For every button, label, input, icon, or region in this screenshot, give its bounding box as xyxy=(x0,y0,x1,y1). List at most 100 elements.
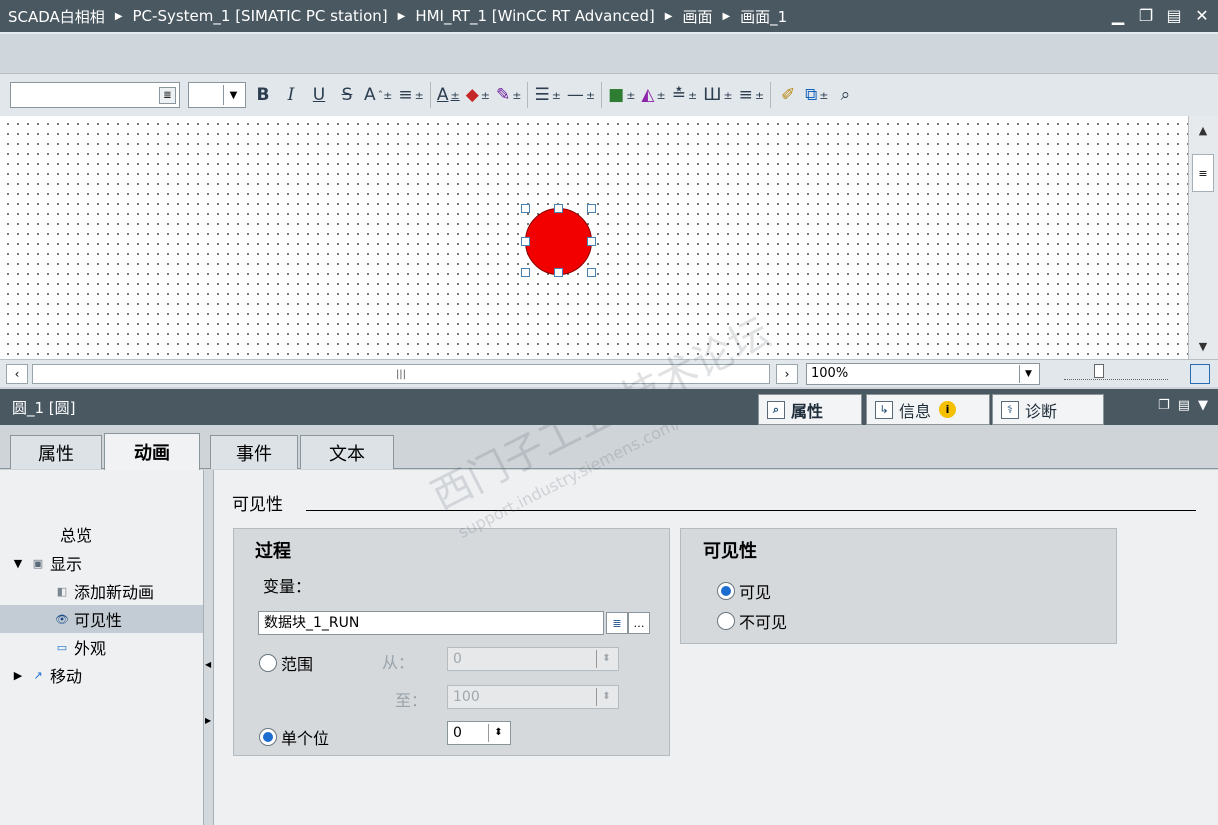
format-painter-icon[interactable]: ✐ xyxy=(777,81,799,109)
tree-item-display[interactable]: ▼ ▣ 显示 xyxy=(0,549,203,577)
tab-animation[interactable]: 动画 xyxy=(104,433,200,470)
font-size-field[interactable]: ▼ xyxy=(188,82,246,108)
spinner-icon[interactable]: ⬍ xyxy=(488,724,508,742)
expand-arrow-icon[interactable]: ▶ xyxy=(10,667,26,683)
single-bit-radio[interactable]: 单个位 xyxy=(259,725,329,749)
zoom-select[interactable]: 100% ▼ xyxy=(806,363,1040,385)
selection-handle[interactable] xyxy=(521,268,530,277)
strikethrough-button[interactable]: S xyxy=(336,81,358,109)
chevron-down-icon[interactable]: ▼ xyxy=(1019,365,1037,383)
scroll-thumb[interactable]: ≡ xyxy=(1192,154,1214,192)
scroll-left-icon[interactable]: ‹ xyxy=(6,364,28,384)
spinner-icon[interactable]: ⬍ xyxy=(596,688,616,706)
tab-properties[interactable]: ⌕ 属性 xyxy=(758,394,862,425)
layers-icon[interactable]: ⧉ ± xyxy=(805,81,828,109)
font-list-icon[interactable]: ≣ xyxy=(159,87,176,104)
info-badge-icon: i xyxy=(939,401,957,418)
float-window-icon[interactable]: ❐ xyxy=(1158,398,1170,413)
breadcrumb-screens[interactable]: 画面 xyxy=(682,6,712,27)
breadcrumb-project[interactable]: SCADA白相相 xyxy=(8,6,105,27)
breadcrumb-separator-icon: ▶ xyxy=(664,10,673,22)
scroll-right-icon[interactable]: › xyxy=(776,364,798,384)
tab-properties-sub[interactable]: 属性 xyxy=(10,435,102,469)
bring-forward-icon[interactable]: ■ ± xyxy=(608,81,635,109)
align-objects-icon[interactable]: ≛ ± xyxy=(672,81,697,109)
tree-item-movement[interactable]: ▶ ↗ 移动 xyxy=(0,661,203,689)
underline-button[interactable]: U xyxy=(308,81,330,109)
zoom-slider-knob[interactable] xyxy=(1094,364,1104,378)
collapse-left-icon[interactable]: ◀ xyxy=(205,660,211,669)
visible-radio[interactable]: 可见 xyxy=(717,579,771,603)
pane-splitter[interactable]: ◀ ▶ xyxy=(203,470,214,825)
rotate-icon[interactable]: ◭ ± xyxy=(641,81,665,109)
zoom-slider[interactable] xyxy=(1064,364,1168,380)
font-name-field[interactable]: ≣ xyxy=(10,82,180,108)
selection-handle[interactable] xyxy=(521,237,530,246)
maximize-icon[interactable]: ▤ xyxy=(1178,398,1190,413)
single-bit-input[interactable]: 0 ⬍ xyxy=(447,721,511,745)
tab-texts[interactable]: 文本 xyxy=(300,435,394,469)
close-icon[interactable]: ✕ xyxy=(1192,4,1212,26)
tree-item-appearance[interactable]: ▭ 外观 xyxy=(0,633,203,661)
display-icon: ▣ xyxy=(32,556,44,570)
tree-item-visibility[interactable]: 👁 可见性 xyxy=(0,605,203,633)
tree-item-add-animation[interactable]: ◧ 添加新动画 xyxy=(0,577,203,605)
chevron-down-icon[interactable]: ▼ xyxy=(223,85,243,105)
scroll-up-icon[interactable]: ▲ xyxy=(1193,120,1213,140)
spinner-icon[interactable]: ⬍ xyxy=(596,650,616,668)
tab-diagnostics[interactable]: ⚕ 诊断 xyxy=(992,394,1104,425)
range-to-input[interactable]: 100 ⬍ xyxy=(447,685,619,709)
selection-handle[interactable] xyxy=(521,204,530,213)
breadcrumb-hmi[interactable]: HMI_RT_1 [WinCC RT Advanced] xyxy=(415,7,654,25)
range-radio[interactable]: 范围 xyxy=(259,651,313,675)
font-grow-button[interactable]: A ˆ± xyxy=(364,81,392,109)
expand-right-icon[interactable]: ▶ xyxy=(205,716,211,725)
variable-list-icon[interactable]: ≣ xyxy=(606,612,628,634)
scroll-down-icon[interactable]: ▼ xyxy=(1193,336,1213,356)
zoom-selection-icon[interactable]: ⌕ xyxy=(834,81,856,109)
zoom-fit-icon[interactable] xyxy=(1190,364,1210,384)
selection-handle[interactable] xyxy=(554,204,563,213)
fill-color-icon[interactable]: ◆ ± xyxy=(466,81,490,109)
collapse-icon[interactable]: ▼ xyxy=(1198,398,1208,413)
eye-icon: 👁 xyxy=(55,612,69,626)
vertical-scrollbar[interactable]: ▲ ≡ ▼ xyxy=(1188,116,1218,359)
invisible-radio[interactable]: 不可见 xyxy=(717,609,787,633)
selection-handle[interactable] xyxy=(587,204,596,213)
float-window-icon[interactable]: ❐ xyxy=(1136,4,1156,26)
inspector-header: 圆_1 [圆] ⌕ 属性 ↳ 信息 i ⚕ 诊断 ❐ ▤ ▼ xyxy=(0,389,1218,425)
tab-events[interactable]: 事件 xyxy=(210,435,298,469)
selection-handle[interactable] xyxy=(554,268,563,277)
font-color-button[interactable]: A ± xyxy=(437,81,460,109)
breadcrumb-separator-icon: ▶ xyxy=(397,10,406,22)
selection-handle[interactable] xyxy=(587,237,596,246)
breadcrumb-screen[interactable]: 画面_1 xyxy=(740,6,787,27)
minimize-icon[interactable]: ▁ xyxy=(1108,4,1128,26)
selection-handle[interactable] xyxy=(587,268,596,277)
variable-label: 变量： xyxy=(263,577,312,596)
italic-button[interactable]: I xyxy=(280,81,302,109)
to-label: 至： xyxy=(395,691,428,710)
distribute-icon[interactable]: Ш ± xyxy=(703,81,732,109)
bold-button[interactable]: B xyxy=(252,81,274,109)
horizontal-scrollbar[interactable]: ||| xyxy=(32,364,770,384)
line-style-icon[interactable]: — ± xyxy=(567,81,595,109)
range-from-input[interactable]: 0 ⬍ xyxy=(447,647,619,671)
breadcrumb-separator-icon: ▶ xyxy=(722,10,731,22)
browse-button[interactable]: … xyxy=(628,612,650,634)
align-button[interactable]: ≡ ± xyxy=(398,81,423,109)
line-color-icon[interactable]: ✎ ± xyxy=(496,81,521,109)
line-width-icon[interactable]: ☰ ± xyxy=(534,81,560,109)
visibility-pane: 可见性 过程 变量： 数据块_1_RUN ≣ … 范围 从： 0 ⬍ 至： 10… xyxy=(214,470,1218,825)
breadcrumb-separator-icon: ▶ xyxy=(114,10,123,22)
toolbar-divider xyxy=(429,82,431,108)
add-animation-icon: ◧ xyxy=(56,584,68,598)
breadcrumb-station[interactable]: PC-System_1 [SIMATIC PC station] xyxy=(133,7,388,25)
tree-item-overview[interactable]: 总览 xyxy=(0,520,203,548)
maximize-icon[interactable]: ▤ xyxy=(1164,4,1184,26)
tab-info[interactable]: ↳ 信息 i xyxy=(866,394,990,425)
variable-input[interactable]: 数据块_1_RUN xyxy=(258,611,604,635)
circle-object[interactable] xyxy=(525,208,592,275)
same-size-icon[interactable]: ≡ ± xyxy=(739,81,764,109)
expand-arrow-icon[interactable]: ▼ xyxy=(10,555,26,571)
